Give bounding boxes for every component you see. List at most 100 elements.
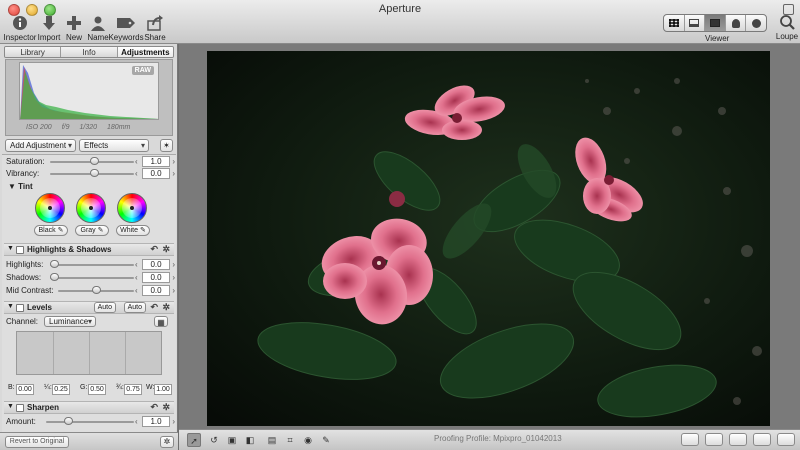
quick-fix-button[interactable]: ✶ [160, 139, 173, 152]
saturation-value[interactable]: 1.0 [135, 156, 175, 167]
grid-small-icon: ▦ [157, 318, 165, 327]
gear-icon[interactable]: ✲ [162, 402, 170, 413]
faces-view-button[interactable] [726, 15, 747, 31]
mid-contrast-thumb[interactable] [92, 286, 101, 294]
crop-tool-button[interactable]: ⌗ [283, 433, 297, 447]
highlights-thumb[interactable] [50, 260, 59, 268]
gray-point-line [89, 332, 90, 374]
brush-tool-button[interactable]: ✎ [319, 433, 333, 447]
stamp-tool-button[interactable]: ▣ [225, 433, 239, 447]
loupe-button[interactable]: Loupe [774, 13, 800, 41]
image-viewer[interactable] [179, 44, 800, 429]
saturation-thumb[interactable] [90, 157, 99, 165]
metadata-overlay-button[interactable] [681, 433, 699, 446]
black-eyedropper-button[interactable]: Black ✎ [34, 225, 68, 236]
vibrancy-value[interactable]: 0.0 [135, 168, 175, 179]
amount-slider[interactable] [46, 421, 134, 423]
white-tint-wheel[interactable] [117, 193, 147, 223]
highlights-row: Highlights: 0.0 [6, 259, 175, 271]
shadows-thumb[interactable] [50, 273, 59, 281]
disclosure-triangle-icon: ▼ [8, 182, 19, 191]
amount-thumb[interactable] [64, 417, 73, 425]
sharpen-checkbox[interactable] [16, 404, 24, 412]
view-options-button[interactable] [705, 433, 723, 446]
gray-eyedropper-button[interactable]: Gray ✎ [75, 225, 109, 236]
revert-to-original-button[interactable]: Revert to Original [5, 436, 69, 448]
effects-popup[interactable]: Effects [79, 139, 149, 152]
highlights-shadows-checkbox[interactable] [16, 246, 24, 254]
sharpen-header[interactable]: ▼ Sharpen ↶ ✲ [4, 401, 174, 414]
quarter-value[interactable]: 0.25 [52, 384, 70, 395]
three-quarter-value[interactable]: 0.75 [124, 384, 142, 395]
levels-checkbox[interactable] [16, 304, 24, 312]
tab-info[interactable]: Info [61, 47, 118, 57]
tab-library[interactable]: Library [5, 47, 62, 57]
white-point-value[interactable]: 1.00 [154, 384, 172, 395]
highlights-shadows-header[interactable]: ▼ Highlights & Shadows ↶ ✲ [4, 243, 174, 256]
gear-icon[interactable]: ✲ [162, 302, 170, 313]
straighten-tool-button[interactable]: ▤ [265, 433, 279, 447]
reset-arrow-icon[interactable]: ↶ [150, 302, 158, 313]
compare-button[interactable] [753, 433, 771, 446]
single-image-icon [709, 19, 720, 27]
shadows-value[interactable]: 0.0 [135, 272, 175, 283]
rotate-tool-button[interactable]: ↺ [207, 433, 221, 447]
disclosure-triangle-icon: ▼ [7, 403, 14, 410]
magic-wand-icon: ✶ [163, 141, 170, 150]
places-view-button[interactable] [746, 15, 766, 31]
auto-rgb-button[interactable]: Auto [123, 302, 146, 313]
levels-options-button[interactable]: ▦ [154, 316, 168, 327]
highlights-value[interactable]: 0.0 [135, 259, 175, 270]
viewer-only-button[interactable] [705, 15, 726, 31]
channel-popup[interactable]: Luminance [44, 316, 96, 327]
gray-point-value[interactable]: 0.50 [88, 384, 106, 395]
highlights-slider[interactable] [50, 264, 134, 266]
tint-header[interactable]: ▼ Tint [8, 182, 33, 191]
levels-histogram[interactable] [16, 331, 162, 375]
add-adjustment-popup[interactable]: Add Adjustment [5, 139, 76, 152]
mid-contrast-row: Mid Contrast: 0.0 [6, 285, 175, 297]
reset-arrow-icon[interactable]: ↶ [150, 402, 158, 413]
full-screen-view-button[interactable] [777, 433, 795, 446]
inspector-footer: Revert to Original ✲ [0, 432, 178, 450]
grid-view-button[interactable] [664, 15, 685, 31]
loupe-label: Loupe [775, 32, 799, 41]
gear-icon[interactable]: ✲ [162, 244, 170, 255]
share-icon [135, 15, 175, 32]
lift-icon: ◧ [245, 435, 255, 445]
lift-tool-button[interactable]: ◧ [243, 433, 257, 447]
gear-menu-button[interactable]: ✲ [160, 436, 174, 448]
shadows-slider[interactable] [50, 277, 134, 279]
person-small-icon [731, 18, 740, 28]
raw-badge: RAW [131, 66, 154, 75]
brush-icon: ✎ [322, 435, 330, 445]
tint-title: Tint [18, 182, 33, 191]
auto-luminance-button[interactable]: Auto [93, 302, 116, 313]
black-label: Black [38, 227, 56, 234]
black-point-label: B: [8, 384, 15, 391]
tab-adjustments[interactable]: Adjustments [117, 47, 173, 57]
share-button[interactable]: Share [135, 14, 175, 42]
vibrancy-thumb[interactable] [90, 169, 99, 177]
filmstrip-view-button[interactable] [685, 15, 706, 31]
gray-point-label: G: [80, 384, 88, 391]
reset-arrow-icon[interactable]: ↶ [150, 244, 158, 255]
mid-contrast-label: Mid Contrast: [6, 286, 54, 295]
eyedropper-icon: ✎ [97, 227, 104, 234]
inspector-panel: Library Info Adjustments RAW ISO 200 f/9… [0, 44, 178, 450]
mid-contrast-value[interactable]: 0.0 [135, 285, 175, 296]
white-eyedropper-button[interactable]: White ✎ [116, 225, 150, 236]
levels-header[interactable]: ▼ Levels Auto Auto ↶ ✲ [4, 301, 174, 314]
gray-tint-wheel[interactable] [76, 193, 106, 223]
rotate-icon: ↺ [210, 435, 218, 445]
amount-row: Amount: 1.0 [6, 416, 175, 428]
gray-label: Gray [80, 227, 96, 234]
inspector-toggle-button[interactable] [729, 433, 747, 446]
black-point-value[interactable]: 0.00 [16, 384, 34, 395]
shutter-value: 1/320 [79, 124, 98, 131]
photo-preview[interactable] [207, 51, 770, 426]
selection-tool-button[interactable]: ➚ [187, 433, 201, 447]
amount-value[interactable]: 1.0 [135, 416, 175, 427]
black-tint-wheel[interactable] [35, 193, 65, 223]
red-eye-tool-button[interactable]: ◉ [301, 433, 315, 447]
